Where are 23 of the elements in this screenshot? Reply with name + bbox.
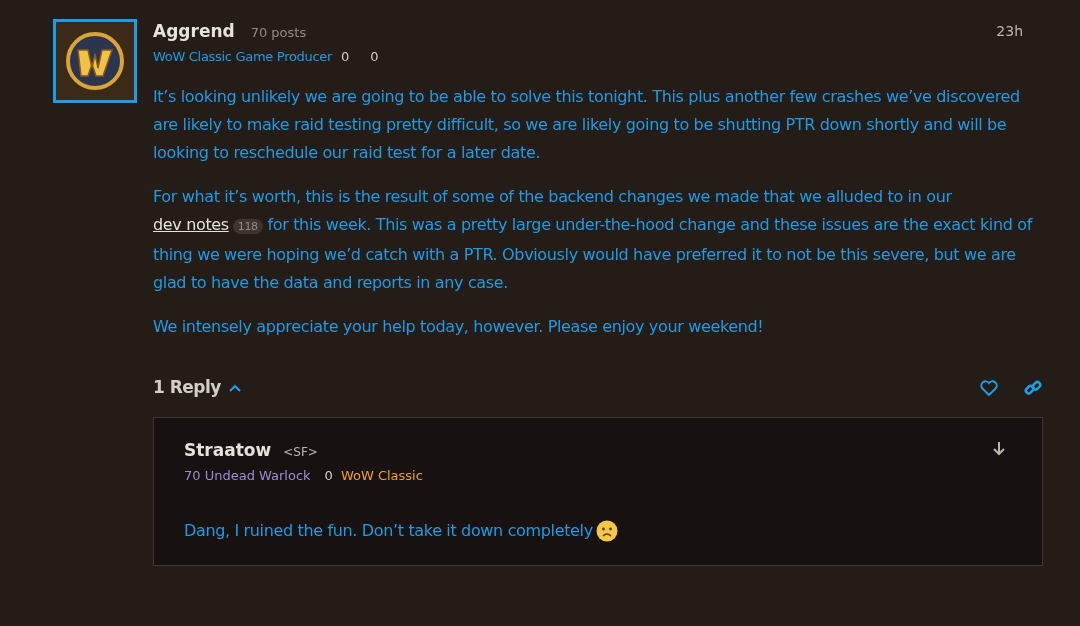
down-arrow-icon[interactable]: [992, 440, 1006, 456]
post-paragraph: We intensely appreciate your help today, however. Please enjoy your weekend!: [153, 316, 765, 338]
game-title: WoW Classic: [340, 467, 423, 485]
username[interactable]: Aggrend: [153, 19, 235, 45]
replies-toggle[interactable]: 1 Reply: [153, 375, 241, 401]
avatar[interactable]: [53, 19, 137, 103]
user-title: WoW Classic Game Producer: [153, 47, 333, 66]
dev-notes-link[interactable]: dev notes: [153, 215, 229, 234]
post-paragraph: It’s looking unlikely we are going to be able to solve this tonight. This plus another few crashes we’ve discovered are likely to make raid testing pretty difficult, so we are likely going to be shutting PTR down shortly and will be looking to reschedule our raid test for a later date.: [153, 86, 1021, 164]
character-info: 70 Undead Warlock: [184, 467, 311, 485]
post-count: 70 posts: [250, 24, 307, 42]
username[interactable]: Straatow: [184, 437, 272, 463]
reply-text: Dang, I ruined the fun. Don’t take it down completely: [184, 519, 593, 542]
heart-icon[interactable]: [980, 379, 998, 396]
stat-count: 0: [341, 47, 350, 66]
guild-tag: <SF>: [283, 442, 318, 461]
link-count: 118: [232, 219, 263, 234]
stat-count: 0: [370, 47, 379, 66]
post-time: 23h: [996, 22, 1023, 41]
emblem-icon: [66, 32, 124, 90]
stat-count: 0: [324, 467, 333, 485]
link-icon[interactable]: [1024, 378, 1042, 397]
post-paragraph: For what it’s worth, this is the result of some of the backend changes we made that we alluded to in our dev notes 118 for this week. This was a pretty large under-the-hood change and these issues are the exact kind of thing we were hoping we’d catch with a PTR. Obviously would have preferred it to not be this severe, but we are glad to have the data and reports in any case.: [153, 186, 1034, 294]
